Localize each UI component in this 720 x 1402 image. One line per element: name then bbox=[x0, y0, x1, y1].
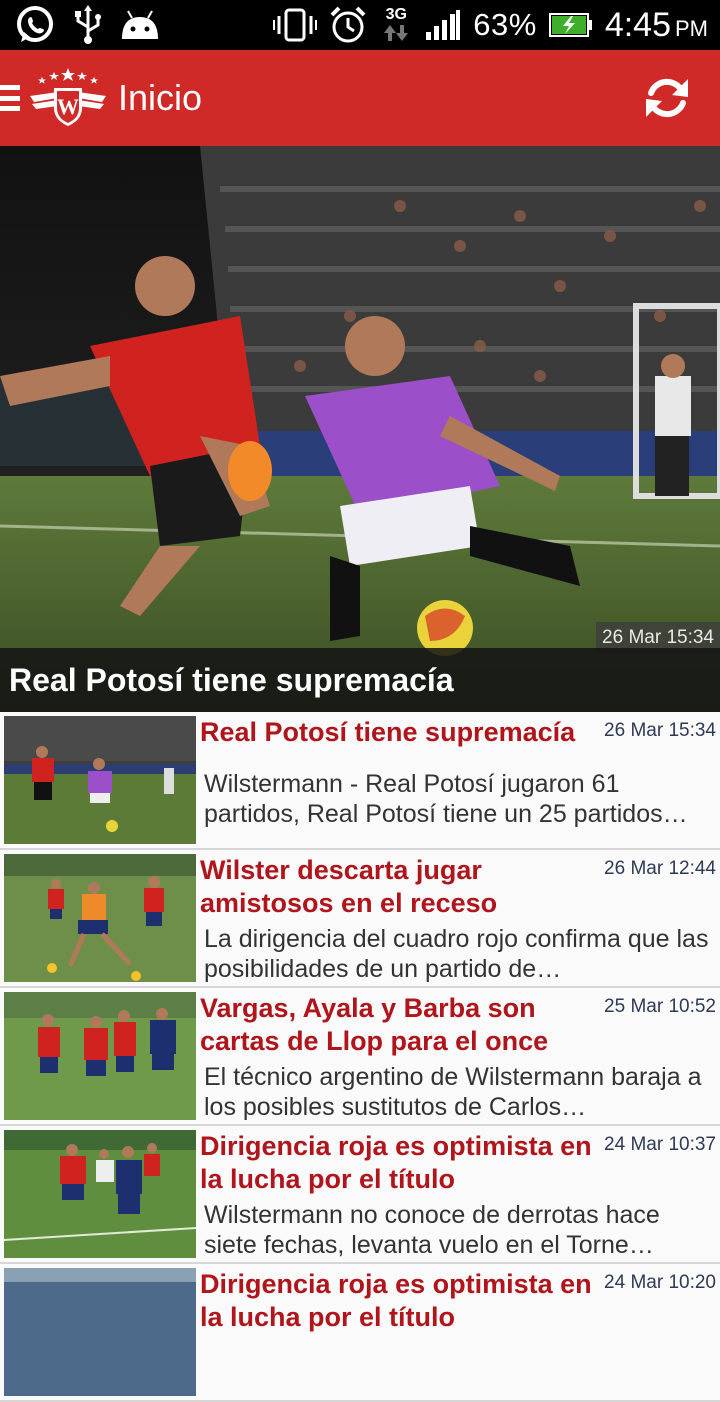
alarm-icon bbox=[330, 6, 366, 43]
news-date: 26 Mar 15:34 bbox=[604, 720, 716, 741]
news-thumbnail bbox=[4, 854, 196, 982]
news-item[interactable]: Real Potosí tiene supremacía 26 Mar 15:3… bbox=[0, 712, 720, 850]
news-title[interactable]: Vargas, Ayala y Barba son cartas de Llop… bbox=[200, 992, 595, 1058]
news-list: Real Potosí tiene supremacía 26 Mar 15:3… bbox=[0, 712, 720, 1402]
news-date: 26 Mar 12:44 bbox=[604, 858, 716, 879]
news-item[interactable]: Wilster descarta jugar amistosos en el r… bbox=[0, 850, 720, 988]
news-thumbnail bbox=[4, 1268, 196, 1396]
network-indicator: 3G bbox=[379, 7, 413, 43]
news-title[interactable]: Dirigencia roja es optimista en la lucha… bbox=[200, 1130, 595, 1196]
news-summary: Wilstermann - Real Potosí jugaron 61 par… bbox=[204, 770, 688, 828]
status-bar: 3G 63% 4:45 PM bbox=[0, 0, 720, 50]
news-item[interactable]: Dirigencia roja es optimista en la lucha… bbox=[0, 1264, 720, 1402]
news-title[interactable]: Real Potosí tiene supremacía bbox=[200, 716, 595, 749]
clock: 4:45 PM bbox=[605, 6, 708, 45]
news-title[interactable]: Dirigencia roja es optimista en la lucha… bbox=[200, 1268, 595, 1334]
news-date: 24 Mar 10:37 bbox=[604, 1134, 716, 1155]
svg-text:W: W bbox=[57, 94, 79, 119]
battery-percent: 63% bbox=[473, 7, 537, 42]
network-type: 3G bbox=[385, 6, 407, 23]
page-title: Inicio bbox=[118, 77, 203, 118]
app-bar: W Inicio bbox=[0, 50, 720, 146]
clock-ampm: PM bbox=[675, 15, 708, 41]
news-item[interactable]: Dirigencia roja es optimista en la lucha… bbox=[0, 1126, 720, 1264]
news-date: 24 Mar 10:20 bbox=[604, 1272, 716, 1293]
news-thumbnail bbox=[4, 1130, 196, 1258]
vibrate-icon bbox=[273, 8, 318, 42]
featured-title[interactable]: Real Potosí tiene supremacía bbox=[0, 648, 720, 712]
usb-icon bbox=[75, 5, 101, 44]
news-summary: Wilstermann no conoce de derrotas hace s… bbox=[204, 1201, 660, 1259]
news-summary: El técnico argentino de Wilstermann bara… bbox=[204, 1063, 702, 1121]
battery-charging-icon bbox=[548, 13, 592, 37]
data-arrows-icon bbox=[384, 25, 409, 41]
news-thumbnail bbox=[4, 716, 196, 844]
refresh-icon[interactable] bbox=[642, 73, 692, 123]
news-title[interactable]: Wilster descarta jugar amistosos en el r… bbox=[200, 854, 595, 920]
news-item[interactable]: Vargas, Ayala y Barba son cartas de Llop… bbox=[0, 988, 720, 1126]
featured-article[interactable]: 26 Mar 15:34 Real Potosí tiene supremací… bbox=[0, 146, 720, 712]
news-date: 25 Mar 10:52 bbox=[604, 996, 716, 1017]
news-thumbnail bbox=[4, 992, 196, 1120]
signal-icon bbox=[426, 10, 461, 40]
club-logo[interactable]: W bbox=[30, 68, 106, 128]
news-summary: La dirigencia del cuadro rojo confirma q… bbox=[204, 925, 709, 983]
clock-time: 4:45 bbox=[604, 5, 671, 44]
hamburger-icon[interactable] bbox=[0, 81, 22, 115]
android-icon bbox=[122, 10, 158, 39]
whatsapp-icon bbox=[17, 6, 53, 42]
